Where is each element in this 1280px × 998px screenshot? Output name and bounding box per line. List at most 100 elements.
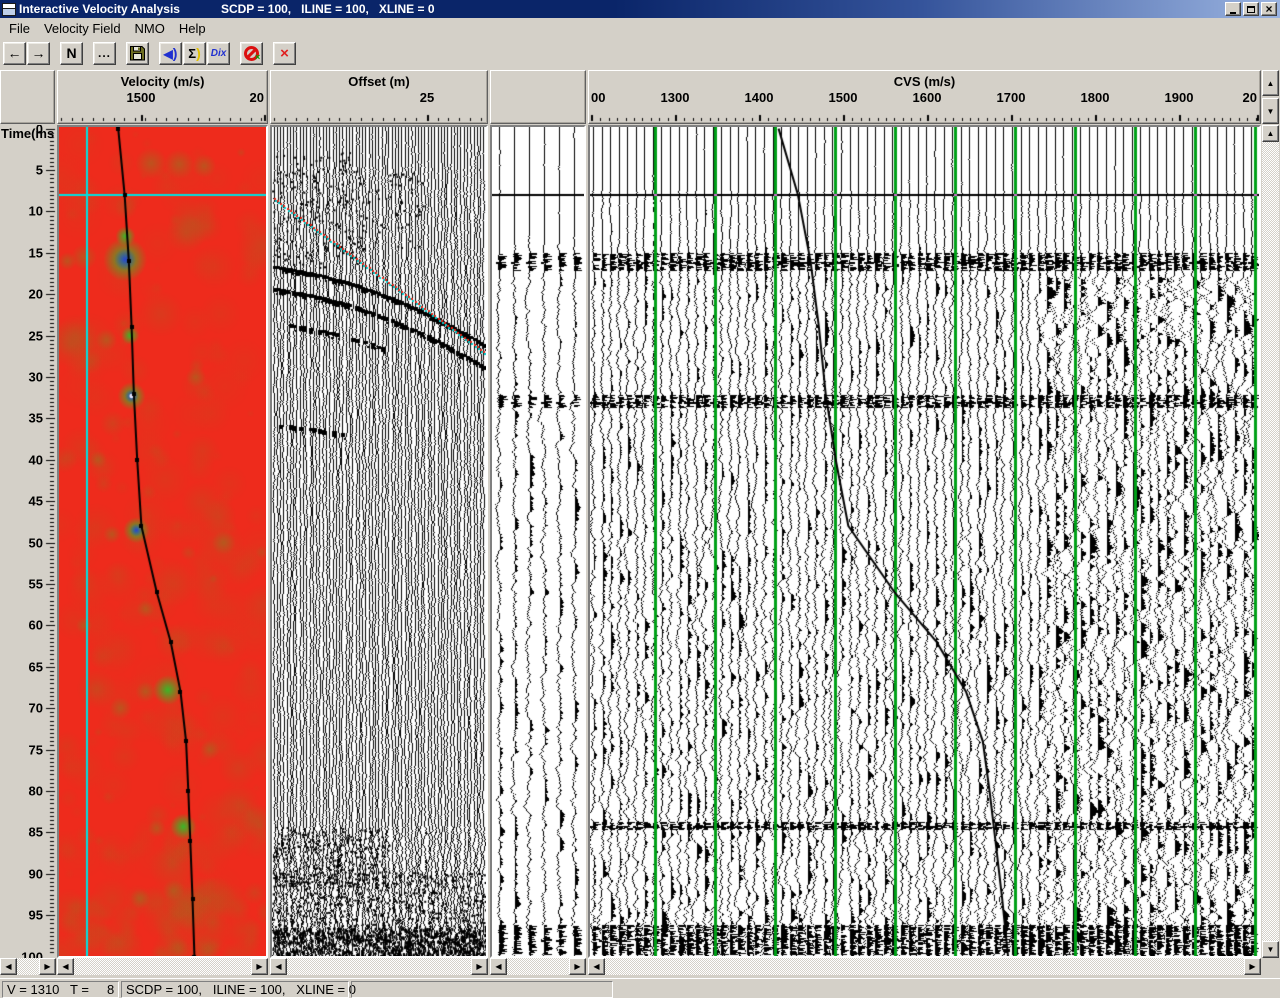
cvs-panel-header: CVS (m/s) 001300140015001600170018001900… (588, 70, 1261, 124)
scroll-right-button[interactable]: ▶ (39, 958, 56, 975)
scroll-up-button[interactable]: ▲ (1262, 125, 1279, 142)
close-icon: × (1265, 4, 1272, 14)
stack-panel (490, 125, 586, 958)
axis-label: 1900 (1165, 90, 1194, 105)
time-tick-label: 80 (29, 784, 43, 799)
time-tick-label: 20 (29, 287, 43, 302)
axis-label: 25 (420, 90, 434, 105)
scroll-down-button[interactable]: ▼ (1262, 941, 1279, 958)
dix-button[interactable]: Dix (207, 42, 230, 65)
stack-hscrollbar: ◀▶ (490, 958, 586, 975)
velocity-panel-title: Velocity (m/s) (58, 74, 267, 89)
axis-label: 1300 (661, 90, 690, 105)
time-tick-label: 70 (29, 701, 43, 716)
hscrollbar-track[interactable] (605, 958, 1244, 975)
restore-icon (1247, 6, 1255, 13)
app-icon (2, 3, 16, 16)
time-tick-label: 0 (36, 125, 43, 136)
hscrollbar-track[interactable] (17, 958, 39, 975)
close-button[interactable]: × (1261, 2, 1277, 16)
apply-nmo-button[interactable]: ◀) (159, 42, 182, 65)
scroll-right-button[interactable]: ▶ (251, 958, 268, 975)
velocity-axis-labels: 1500 20 (58, 89, 267, 106)
status-bar: V = 1310 T = 8 SCDP = 100, ILINE = 100, … (0, 978, 1280, 998)
window-controls: × (1225, 2, 1278, 16)
stack-sum-icon: Σ) (188, 45, 200, 61)
scroll-right-button[interactable]: ▶ (569, 958, 586, 975)
hscrollbar-track[interactable] (507, 958, 569, 975)
app-window: Interactive Velocity Analysis SCDP = 100… (0, 0, 1280, 998)
cvs-axis-ticks (590, 114, 1261, 122)
scroll-right-button[interactable]: ▶ (1244, 958, 1261, 975)
time-axis: Time(ms 05101520253035404550556065707580… (0, 125, 56, 958)
hscrollbar-track[interactable] (74, 958, 251, 975)
offset-axis-labels: 25 (271, 89, 487, 106)
menu-velocity-field[interactable]: Velocity Field (38, 19, 129, 38)
prev-cdp-button[interactable]: ← (3, 42, 26, 65)
scroll-left-button[interactable]: ◀ (0, 958, 17, 975)
block-picks-button[interactable]: × (240, 42, 263, 65)
axis-label: 1500 (829, 90, 858, 105)
axis-label: 1500 (127, 90, 156, 105)
next-cdp-button-label: → (32, 46, 46, 60)
time-tick-label: 60 (29, 618, 43, 633)
vertical-scrollbar-track[interactable] (1262, 142, 1279, 941)
menu-file[interactable]: File (3, 19, 38, 38)
restore-button[interactable] (1243, 2, 1259, 16)
minimize-icon (1230, 12, 1236, 14)
scroll-left-button[interactable]: ◀ (270, 958, 287, 975)
scroll-left-button[interactable]: ◀ (588, 958, 605, 975)
time-tick-label: 30 (29, 370, 43, 385)
header-mini-scrollbar: ▲ ▼ (1262, 70, 1279, 124)
delete-pick-button[interactable]: × (273, 42, 296, 65)
axis-label: 1800 (1081, 90, 1110, 105)
hscrollbar-track[interactable] (287, 958, 471, 975)
time-axis-ticks (44, 125, 56, 956)
next-cdp-button[interactable]: → (27, 42, 50, 65)
velocity-panel-header: Velocity (m/s) 1500 20 (57, 70, 268, 124)
title-location-info: SCDP = 100, ILINE = 100, XLINE = 0 (221, 2, 435, 16)
dix-icon: Dix (211, 48, 227, 59)
cvs-canvas[interactable] (590, 127, 1259, 956)
stack-canvas[interactable] (492, 127, 584, 956)
time-tick-label: 35 (29, 411, 43, 426)
time-axis-hscrollbar: ◀▶ (0, 958, 56, 975)
time-tick-label: 15 (29, 245, 43, 260)
save-button[interactable] (126, 42, 149, 65)
stack-sum-button[interactable]: Σ) (183, 42, 206, 65)
scroll-right-button[interactable]: ▶ (471, 958, 488, 975)
time-tick-label: 50 (29, 535, 43, 550)
nmo-toggle-button[interactable]: N (60, 42, 83, 65)
cvs-hscrollbar: ◀▶ (588, 958, 1261, 975)
semblance-canvas[interactable] (59, 127, 266, 956)
time-tick-label: 75 (29, 742, 43, 757)
offset-axis-ticks (272, 114, 488, 122)
gather-panel (270, 125, 488, 958)
time-tick-label: 10 (29, 204, 43, 219)
offset-gather-canvas[interactable] (272, 127, 486, 956)
axis-label: 20 (250, 90, 264, 105)
menu-help[interactable]: Help (173, 19, 214, 38)
title-bar[interactable]: Interactive Velocity Analysis SCDP = 100… (0, 0, 1280, 18)
scroll-down-button[interactable]: ▼ (1262, 98, 1279, 124)
cvs-axis-labels: 00130014001500160017001800190020 (589, 89, 1260, 106)
axis-label: 1700 (997, 90, 1026, 105)
prev-cdp-button-label: ← (8, 46, 22, 60)
cvs-panel-title: CVS (m/s) (589, 74, 1260, 89)
status-cursor-readout: V = 1310 T = 8 (2, 981, 119, 998)
ellipsis-icon: ... (98, 49, 111, 57)
menu-nmo[interactable]: NMO (129, 19, 173, 38)
axis-label: 00 (591, 90, 605, 105)
minimize-button[interactable] (1225, 2, 1241, 16)
status-location-readout: SCDP = 100, ILINE = 100, XLINE = 0 (121, 981, 349, 998)
offset-hscrollbar: ◀▶ (270, 958, 488, 975)
nmo-toggle-button-label: N (66, 46, 76, 60)
options-button[interactable]: ... (93, 42, 116, 65)
axis-label: 20 (1243, 90, 1257, 105)
scroll-up-button[interactable]: ▲ (1262, 70, 1279, 96)
scroll-left-button[interactable]: ◀ (57, 958, 74, 975)
velocity-hscrollbar: ◀▶ (57, 958, 268, 975)
time-tick-label: 40 (29, 452, 43, 467)
scroll-left-button[interactable]: ◀ (490, 958, 507, 975)
cvs-panel (588, 125, 1261, 958)
